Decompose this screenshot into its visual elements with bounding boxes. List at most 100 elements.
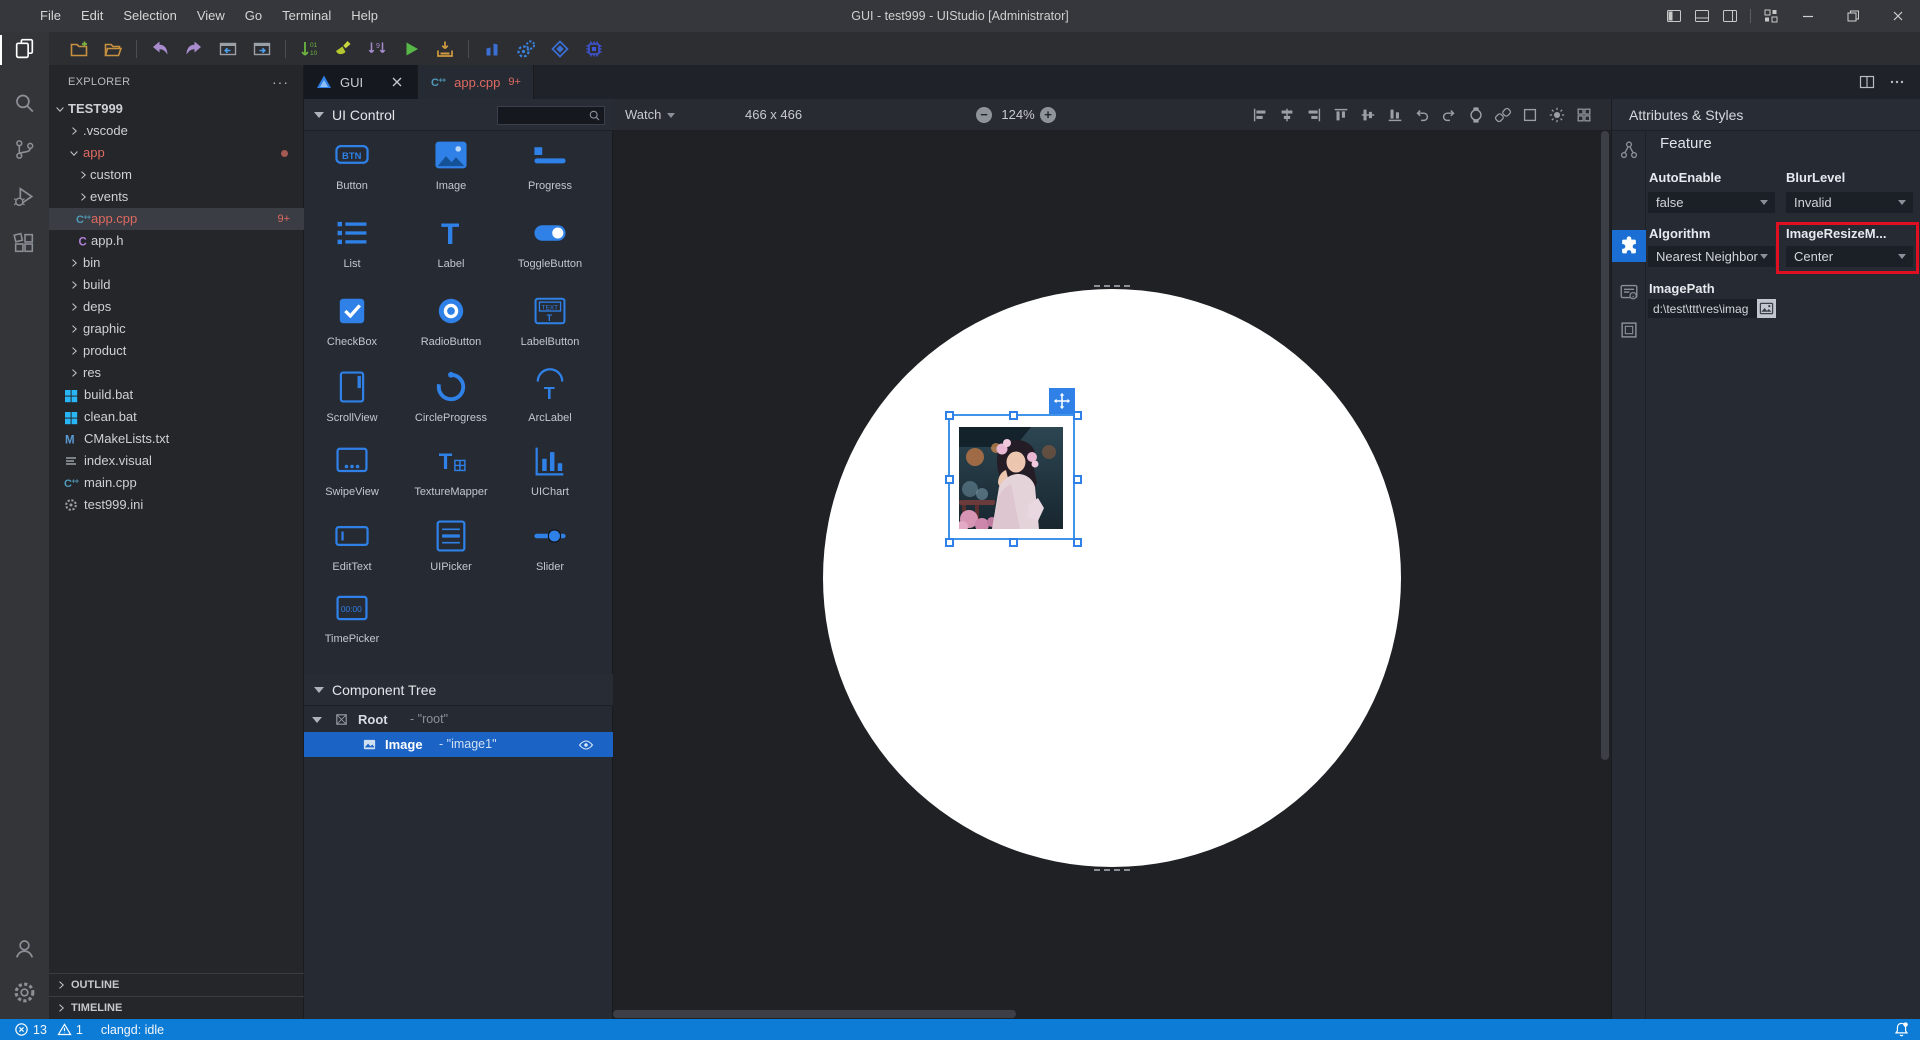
layout-sidebar-icon[interactable] xyxy=(1666,8,1682,24)
menu-edit[interactable]: Edit xyxy=(71,0,113,32)
frame-icon[interactable] xyxy=(1521,106,1539,124)
layout-panel-icon[interactable] xyxy=(1694,8,1710,24)
tree-item-cmakelists-txt[interactable]: M CMakeLists.txt xyxy=(49,428,304,450)
tree-item-build[interactable]: build xyxy=(49,274,304,296)
align-top-icon[interactable] xyxy=(1332,106,1350,124)
menu-go[interactable]: Go xyxy=(235,0,272,32)
deploy-icon[interactable] xyxy=(435,39,455,59)
section-timeline[interactable]: TIMELINE xyxy=(49,996,304,1019)
run-icon[interactable] xyxy=(401,39,421,59)
imagepath-input[interactable]: d:\test\ttt\res\imag xyxy=(1648,299,1757,318)
tree-item-res[interactable]: res xyxy=(49,362,304,384)
close-button[interactable] xyxy=(1875,0,1920,32)
control-circleprogress[interactable]: CircleProgress xyxy=(403,367,499,424)
component-root-row[interactable]: Root - "root" xyxy=(304,707,613,732)
imageresizemode-dropdown[interactable]: Center xyxy=(1786,246,1913,267)
tree-item-product[interactable]: product xyxy=(49,340,304,362)
tree-item-build-bat[interactable]: build.bat xyxy=(49,384,304,406)
more-actions-icon[interactable] xyxy=(1888,73,1906,91)
activity-explorer-icon[interactable] xyxy=(12,36,37,61)
chip-icon[interactable] xyxy=(584,39,604,59)
selection-handle[interactable] xyxy=(1009,537,1018,547)
redo-p-icon[interactable] xyxy=(184,39,204,59)
align-bottom-icon[interactable] xyxy=(1386,106,1404,124)
align-middle-v-icon[interactable] xyxy=(1359,106,1377,124)
device-select-dropdown[interactable]: Watch xyxy=(625,99,676,131)
selection-handle[interactable] xyxy=(944,537,954,547)
design-canvas[interactable] xyxy=(613,131,1611,1019)
selection-handle[interactable] xyxy=(944,474,954,484)
notifications-bell-icon[interactable] xyxy=(1893,1021,1910,1038)
collapse-triangle-icon[interactable] xyxy=(314,112,324,118)
activity-run-debug-icon[interactable] xyxy=(12,184,37,209)
algorithm-dropdown[interactable]: Nearest Neighbor xyxy=(1648,246,1775,267)
bars-icon[interactable] xyxy=(482,39,502,59)
brightness-icon[interactable] xyxy=(1548,106,1566,124)
tree-item-app-cpp[interactable]: C + + app.cpp 9+ xyxy=(49,208,304,230)
control-uichart[interactable]: UIChart xyxy=(502,441,598,498)
menu-selection[interactable]: Selection xyxy=(113,0,186,32)
watch-screen[interactable] xyxy=(823,289,1401,867)
tree-item--vscode[interactable]: .vscode xyxy=(49,120,304,142)
control-progress[interactable]: Progress xyxy=(502,135,598,192)
control-swipeview[interactable]: SwipeView xyxy=(304,441,400,498)
align-center-h-icon[interactable] xyxy=(1278,106,1296,124)
layout-secondary-icon[interactable] xyxy=(1722,8,1738,24)
problems-indicator[interactable]: 13 1 xyxy=(0,1022,83,1037)
control-edittext[interactable]: EditText xyxy=(304,516,400,573)
diamond-icon[interactable] xyxy=(550,39,570,59)
win-prev-icon[interactable] xyxy=(218,39,238,59)
align-right-icon[interactable] xyxy=(1305,106,1323,124)
menu-view[interactable]: View xyxy=(187,0,235,32)
tree-item-events[interactable]: events xyxy=(49,186,304,208)
rail-feature-selected[interactable] xyxy=(1612,230,1646,262)
activity-search-icon[interactable] xyxy=(12,91,37,116)
selection-handle[interactable] xyxy=(1072,410,1082,420)
section-outline[interactable]: OUTLINE xyxy=(49,973,304,996)
ui-control-search-input[interactable] xyxy=(497,106,605,125)
control-texturemapper[interactable]: T TextureMapper xyxy=(403,441,499,498)
selection-handle[interactable] xyxy=(1009,410,1018,420)
tree-item-app[interactable]: app xyxy=(49,142,304,164)
activity-account-icon[interactable] xyxy=(12,936,37,961)
tab-gui[interactable]: GUI xyxy=(304,65,419,99)
redo-icon[interactable] xyxy=(1440,106,1458,124)
control-label[interactable]: T Label xyxy=(403,213,499,270)
tree-item-clean-bat[interactable]: clean.bat xyxy=(49,406,304,428)
collapse-triangle-icon[interactable] xyxy=(314,687,324,693)
tree-item-graphic[interactable]: graphic xyxy=(49,318,304,340)
activity-extensions-icon[interactable] xyxy=(12,231,37,256)
undo-p-icon[interactable] xyxy=(150,39,170,59)
tree-item-deps[interactable]: deps xyxy=(49,296,304,318)
control-togglebutton[interactable]: ToggleButton xyxy=(502,213,598,270)
undo-icon[interactable] xyxy=(1413,106,1431,124)
control-scrollview[interactable]: ScrollView xyxy=(304,367,400,424)
node-tree-icon[interactable] xyxy=(1618,139,1640,161)
control-checkbox[interactable]: CheckBox xyxy=(304,291,400,348)
selected-image-widget[interactable] xyxy=(944,388,1082,547)
gears-icon[interactable] xyxy=(516,39,536,59)
zoom-in-button[interactable]: + xyxy=(1040,107,1056,123)
control-image[interactable]: Image xyxy=(403,135,499,192)
blurlevel-dropdown[interactable]: Invalid xyxy=(1786,192,1913,213)
bind-icon[interactable] xyxy=(1494,106,1512,124)
split-editor-icon[interactable] xyxy=(1858,73,1876,91)
menu-terminal[interactable]: Terminal xyxy=(272,0,341,32)
tab-app-cpp[interactable]: C + + app.cpp 9+ xyxy=(418,65,534,99)
control-arclabel[interactable]: T ArcLabel xyxy=(502,367,598,424)
activity-settings-icon[interactable] xyxy=(12,980,37,1005)
close-tab-icon[interactable] xyxy=(389,74,405,90)
control-slider[interactable]: Slider xyxy=(502,516,598,573)
sort-num-icon[interactable]: 01 10 xyxy=(299,39,319,59)
control-timepicker[interactable]: 00:00 TimePicker xyxy=(304,588,400,645)
control-button[interactable]: BTN Button xyxy=(304,135,400,192)
visibility-eye-icon[interactable] xyxy=(578,737,594,753)
selection-handle[interactable] xyxy=(1072,537,1082,547)
tree-item-index-visual[interactable]: index.visual xyxy=(49,450,304,472)
menu-file[interactable]: File xyxy=(30,0,71,32)
control-labelbutton[interactable]: TEXT T LabelButton xyxy=(502,291,598,348)
tree-item-bin[interactable]: bin xyxy=(49,252,304,274)
minimize-button[interactable] xyxy=(1785,0,1830,32)
canvas-vertical-scrollbar[interactable] xyxy=(1601,131,1609,760)
control-radiobutton[interactable]: RadioButton xyxy=(403,291,499,348)
